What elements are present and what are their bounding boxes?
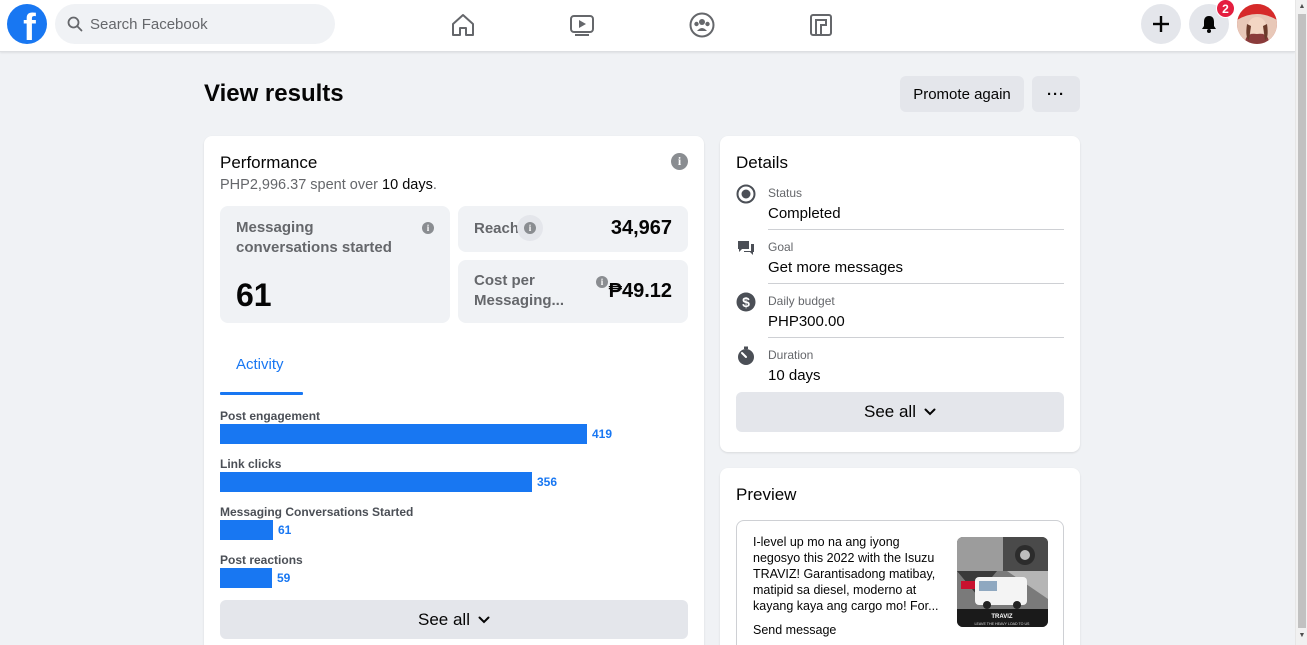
chevron-down-icon [924, 408, 936, 416]
info-button[interactable]: i [517, 215, 543, 241]
scrollbar-thumb[interactable] [1298, 14, 1306, 628]
watch-video-icon[interactable] [564, 8, 600, 42]
page-scrollbar[interactable]: ▲ ▼ [1295, 0, 1307, 645]
messaging-metric-label: Messaging conversations started [236, 219, 392, 256]
search-box[interactable] [55, 4, 335, 44]
gaming-icon[interactable] [803, 8, 839, 42]
scroll-down-arrow[interactable]: ▼ [1298, 632, 1306, 640]
details-title: Details [736, 153, 788, 172]
ad-image-tagline: LEAVE THE HEAVY LOAD TO US [975, 622, 1031, 626]
active-tab-indicator [220, 392, 303, 395]
svg-text:$: $ [742, 294, 750, 310]
bar[interactable] [220, 520, 273, 540]
scroll-up-arrow[interactable]: ▲ [1298, 3, 1306, 11]
messaging-conversations-metric[interactable]: Messaging conversations started i 61 [220, 206, 450, 323]
avatar[interactable] [1237, 4, 1277, 44]
bar-value-label: 61 [278, 523, 292, 537]
chevron-down-icon [478, 616, 490, 623]
search-icon [67, 16, 83, 32]
performance-title: Performance [220, 153, 318, 172]
spend-summary: PHP2,996.37 spent over 10 days. [220, 177, 437, 193]
duration-label: Duration [768, 348, 814, 362]
notifications-button[interactable]: 2 [1189, 0, 1235, 44]
spent-connector: spent over [306, 177, 383, 193]
promote-again-button[interactable]: Promote again [900, 76, 1024, 112]
top-navigation-bar: f 2 [0, 0, 1295, 52]
daily-budget-value: PHP300.00 [768, 313, 845, 330]
bar-label: Post engagement [220, 409, 321, 423]
dollar-icon: $ [736, 292, 756, 312]
see-all-label: See all [418, 609, 470, 629]
ad-post-text: I-level up mo na ang iyong negosyo this … [753, 535, 939, 613]
chat-bubbles-icon [738, 241, 754, 255]
bar-label: Messaging Conversations Started [220, 505, 414, 519]
info-icon[interactable]: i [596, 276, 608, 288]
divider [768, 337, 1064, 338]
preview-title: Preview [736, 485, 797, 504]
info-icon[interactable]: i [671, 153, 688, 170]
search-input[interactable] [90, 15, 310, 33]
reach-metric-label: Reach [474, 220, 520, 237]
see-all-label: See all [864, 402, 916, 421]
ad-image-brand: TRAVIZ [991, 614, 1013, 620]
bar[interactable] [220, 472, 532, 492]
cost-metric-label-line2: Messaging... [474, 292, 565, 309]
bar-label: Post reactions [220, 553, 303, 567]
notification-badge: 2 [1216, 0, 1235, 18]
daily-budget-label: Daily budget [768, 294, 835, 308]
info-icon: i [524, 222, 536, 234]
groups-icon[interactable] [684, 8, 720, 42]
ad-image: TRAVIZ LEAVE THE HEAVY LOAD TO US [957, 537, 1048, 627]
status-label: Status [768, 186, 803, 200]
page-title: View results [204, 80, 344, 107]
goal-value: Get more messages [768, 259, 904, 276]
spent-days: 10 days [382, 177, 433, 193]
reach-metric[interactable]: Reach i 34,967 [458, 206, 688, 252]
reach-metric-value: 34,967 [610, 217, 672, 239]
divider [768, 283, 1064, 284]
info-icon[interactable]: i [422, 222, 434, 234]
plus-icon [1153, 16, 1169, 32]
tab-activity[interactable]: Activity [236, 356, 284, 373]
goal-label: Goal [768, 240, 794, 254]
send-message-cta[interactable]: Send message [753, 623, 836, 637]
create-button[interactable] [1141, 4, 1181, 44]
cost-per-messaging-metric[interactable]: Cost per Messaging... i ₱49.12 [458, 260, 688, 323]
status-value: Completed [768, 205, 841, 222]
cost-metric-label-line1: Cost per [474, 272, 535, 289]
bar-value-label: 419 [592, 427, 613, 441]
bar[interactable] [220, 424, 587, 444]
stopwatch-icon [738, 346, 754, 365]
bar[interactable] [220, 568, 272, 588]
bell-icon [1202, 16, 1216, 33]
divider [768, 229, 1064, 230]
cost-metric-value: ₱49.12 [608, 280, 672, 302]
ad-preview-box[interactable]: I-level up mo na ang iyong negosyo this … [736, 520, 1064, 645]
more-options-button[interactable]: ··· [1032, 76, 1080, 112]
spent-end: . [432, 177, 437, 193]
performance-see-all-button[interactable]: See all [220, 600, 688, 639]
facebook-logo[interactable]: f [7, 4, 47, 44]
bar-label: Link clicks [220, 457, 282, 471]
messaging-metric-value: 61 [236, 277, 272, 313]
duration-value: 10 days [768, 367, 821, 384]
home-icon[interactable] [445, 8, 481, 42]
details-see-all-button[interactable]: See all [736, 392, 1064, 432]
bar-value-label: 356 [537, 475, 558, 489]
status-radio-icon [736, 184, 756, 204]
spent-amount: PHP2,996.37 [220, 177, 307, 193]
bar-value-label: 59 [277, 571, 291, 585]
